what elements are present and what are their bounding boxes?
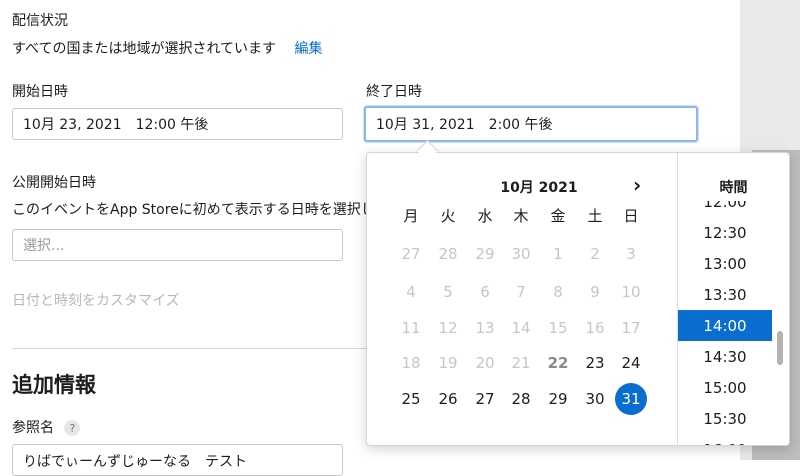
time-option[interactable]: 15:30 (678, 403, 772, 434)
calendar-day: 10 (621, 283, 641, 301)
end-date-value: 10月 31, 2021 2:00 午後 (376, 117, 553, 133)
calendar-day[interactable]: 30 (579, 383, 611, 415)
customize-date-link[interactable]: 日付と時刻をカスタマイズ (12, 290, 180, 310)
calendar-day: 1 (553, 245, 563, 263)
calendar-day: 15 (548, 319, 568, 337)
calendar-day: 8 (553, 283, 563, 301)
calendar-day: 4 (406, 283, 416, 301)
calendar-day: 18 (401, 354, 421, 372)
calendar-day: 29 (475, 245, 495, 263)
calendar-day: 5 (443, 283, 453, 301)
calendar-day[interactable]: 29 (542, 383, 574, 415)
start-date-field[interactable]: 10月 23, 2021 12:00 午後 (12, 108, 343, 140)
time-list[interactable]: 12:00 12:30 13:00 13:30 14:00 14:30 15:00 15:30… (678, 201, 772, 445)
section-divider (12, 348, 372, 349)
distribution-text: すべての国または地域が選択されています (12, 41, 277, 57)
calendar-day[interactable]: 27 (469, 383, 501, 415)
weekday-label: 土 (587, 207, 603, 225)
time-option[interactable]: 12:00 (678, 201, 772, 217)
publish-date-label: 公開開始日時 (12, 175, 96, 191)
calendar-day-selected[interactable]: 31 (615, 383, 647, 415)
calendar-day: 20 (475, 354, 495, 372)
time-option[interactable]: 16:00 (678, 434, 772, 446)
calendar-day: 19 (438, 354, 458, 372)
calendar-day: 12 (438, 319, 458, 337)
calendar-day: 11 (401, 319, 421, 337)
weekday-label: 日 (623, 207, 639, 225)
help-icon[interactable]: ? (64, 420, 81, 436)
calendar-day[interactable]: 23 (579, 347, 611, 379)
weekday-label: 木 (513, 207, 529, 225)
calendar-day: 3 (626, 245, 636, 263)
publish-date-field[interactable]: 選択... (12, 229, 343, 261)
calendar-month-title: 10月 2021 (500, 180, 578, 196)
calendar-day: 13 (475, 319, 495, 337)
calendar-day: 28 (438, 245, 458, 263)
calendar-day: 17 (621, 319, 641, 337)
weekday-label: 月 (403, 207, 419, 225)
end-date-label: 終了日時 (366, 84, 422, 100)
weekday-label: 金 (550, 207, 566, 225)
calendar-day: 14 (511, 319, 531, 337)
calendar-day: 27 (401, 245, 421, 263)
reference-name-value: りばでぃーんずじゅーなる テスト (23, 454, 247, 470)
calendar-day: 16 (585, 319, 605, 337)
calendar-day: 9 (590, 283, 600, 301)
time-option[interactable]: 14:30 (678, 341, 772, 372)
start-date-value: 10月 23, 2021 12:00 午後 (23, 117, 209, 133)
start-date-label: 開始日時 (12, 84, 68, 100)
next-month-icon[interactable]: › (633, 173, 641, 197)
time-option[interactable]: 13:00 (678, 248, 772, 279)
calendar-day: 6 (480, 283, 490, 301)
end-date-field[interactable]: 10月 31, 2021 2:00 午後 (364, 106, 698, 142)
calendar-day[interactable]: 28 (505, 383, 537, 415)
time-option[interactable]: 12:30 (678, 217, 772, 248)
calendar-day: 7 (516, 283, 526, 301)
publish-description: このイベントをApp Storeに初めて表示する日時を選択し (12, 202, 366, 218)
publish-date-placeholder: 選択... (23, 238, 65, 254)
additional-info-heading: 追加情報 (12, 373, 96, 397)
weekday-label: 火 (440, 207, 456, 225)
calendar-day[interactable]: 25 (395, 383, 427, 415)
calendar-day: 21 (511, 354, 531, 372)
edit-link[interactable]: 編集 (295, 41, 323, 57)
weekday-label: 水 (477, 207, 493, 225)
reference-name-row: 参照名 ? (12, 417, 81, 437)
calendar-day[interactable]: 24 (615, 347, 647, 379)
time-option[interactable]: 15:00 (678, 372, 772, 403)
date-picker-popover: 10月 2021 › 月火水木金土日 27 28 29 30 1 2 3 4 5 6 7 8 9 10 11… (366, 152, 790, 446)
time-option[interactable]: 13:30 (678, 279, 772, 310)
distribution-status: すべての国または地域が選択されています 編集 (12, 38, 323, 58)
calendar-day[interactable]: 26 (432, 383, 464, 415)
distribution-heading: 配信状況 (12, 13, 68, 29)
time-column-heading: 時間 (719, 180, 748, 196)
calendar-day: 2 (590, 245, 600, 263)
calendar-day: 30 (511, 245, 531, 263)
reference-name-field[interactable]: りばでぃーんずじゅーなる テスト (12, 444, 343, 476)
time-scrollbar[interactable] (777, 331, 783, 365)
reference-name-label: 参照名 (12, 420, 54, 436)
calendar-day: 22 (547, 354, 569, 372)
time-option-selected[interactable]: 14:00 (678, 310, 772, 341)
